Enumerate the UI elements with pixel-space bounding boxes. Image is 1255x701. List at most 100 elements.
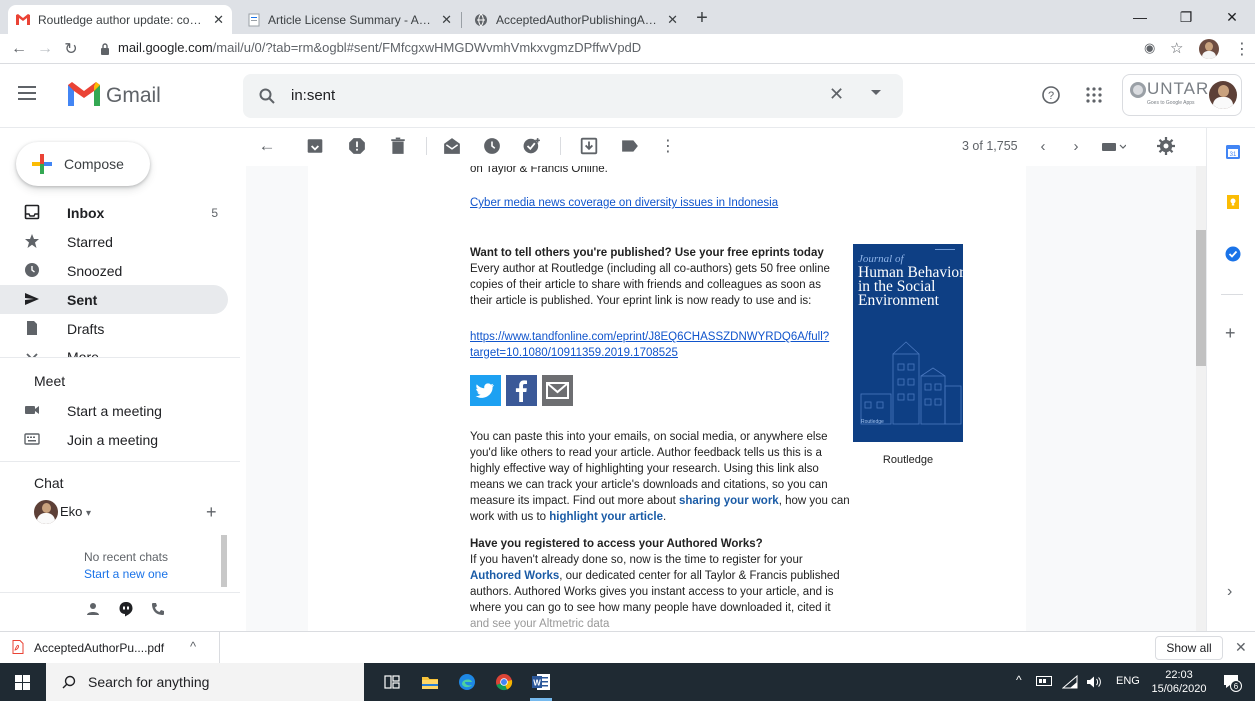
tab-divider xyxy=(461,12,462,28)
forward-arrow-icon[interactable]: → xyxy=(34,38,56,60)
email-viewport[interactable]: on Taylor & Francis Online. Cyber media … xyxy=(246,166,1196,631)
network-icon[interactable] xyxy=(1036,676,1052,688)
wifi-icon[interactable] xyxy=(1062,675,1078,689)
volume-icon[interactable] xyxy=(1086,675,1102,689)
archive-icon[interactable] xyxy=(306,137,324,155)
start-meeting-item[interactable]: Start a meeting xyxy=(0,396,228,425)
input-language[interactable]: ENG xyxy=(1116,675,1140,687)
search-options-icon[interactable] xyxy=(871,90,881,95)
close-downloads-icon[interactable]: ✕ xyxy=(1235,639,1247,656)
get-addons-icon[interactable]: + xyxy=(1225,323,1236,344)
gmail-logo[interactable] xyxy=(68,82,100,106)
chevron-up-icon[interactable]: ^ xyxy=(190,639,196,654)
browser-tab-license[interactable]: Article License Summary - Autho ✕ xyxy=(240,5,460,34)
text-line: If you haven't already done so, now is t… xyxy=(470,554,803,566)
join-meeting-item[interactable]: Join a meeting xyxy=(0,425,228,454)
add-to-tasks-icon[interactable] xyxy=(523,137,541,155)
lock-icon[interactable] xyxy=(100,43,110,55)
word-app-icon[interactable]: W xyxy=(531,673,551,691)
star-bookmark-icon[interactable]: ☆ xyxy=(1170,39,1183,57)
file-explorer-icon[interactable] xyxy=(421,674,439,690)
notification-center[interactable]: 6 xyxy=(1222,672,1242,692)
chat-user-avatar[interactable] xyxy=(34,500,58,524)
person-icon[interactable] xyxy=(86,602,100,616)
restore-button[interactable]: ❐ xyxy=(1163,0,1209,34)
back-arrow-icon[interactable]: ← xyxy=(8,38,30,60)
show-all-downloads-button[interactable]: Show all xyxy=(1155,636,1223,660)
task-view-icon[interactable] xyxy=(384,674,400,690)
more-vert-icon[interactable]: ⋮ xyxy=(1234,39,1250,59)
search-input[interactable]: in:sent xyxy=(291,87,335,104)
profile-avatar[interactable] xyxy=(1199,39,1219,59)
eye-icon[interactable]: ◉ xyxy=(1144,40,1155,56)
older-chevron-icon[interactable]: › xyxy=(1067,137,1085,155)
nav-item-drafts[interactable]: Drafts xyxy=(0,314,228,343)
nav-item-sent[interactable]: Sent xyxy=(0,285,228,314)
taskbar-clock[interactable]: 22:03 15/06/2020 xyxy=(1148,668,1210,696)
close-icon[interactable]: ✕ xyxy=(213,12,224,28)
text-segment: . xyxy=(662,511,667,523)
download-item[interactable]: AcceptedAuthorPu....pdf ^ xyxy=(0,632,220,664)
nav-item-snoozed[interactable]: Snoozed xyxy=(0,256,228,285)
start-new-chat-link[interactable]: Start a new one xyxy=(60,567,192,581)
add-chat-icon[interactable]: + xyxy=(206,502,217,523)
eprint-link[interactable]: https://www.tandfonline.com/eprint/J8EQ6… xyxy=(470,329,850,345)
chevron-down-icon: ▾ xyxy=(86,508,92,519)
search-bar[interactable]: in:sent ✕ xyxy=(243,74,903,118)
email-share-button[interactable] xyxy=(542,375,573,406)
twitter-share-button[interactable] xyxy=(470,375,501,406)
newer-chevron-icon[interactable]: ‹ xyxy=(1034,137,1052,155)
trash-icon[interactable] xyxy=(389,137,407,155)
report-spam-icon[interactable] xyxy=(348,137,366,155)
phone-icon[interactable] xyxy=(151,602,165,616)
tasks-icon[interactable] xyxy=(1225,246,1241,262)
more-actions-icon[interactable]: ⋮ xyxy=(659,137,677,155)
authored-works-link[interactable]: Authored Works xyxy=(470,570,559,582)
clear-search-icon[interactable]: ✕ xyxy=(829,84,844,105)
snooze-clock-icon[interactable] xyxy=(483,137,501,155)
url-field[interactable]: mail.google.com/mail/u/0/?tab=rm&ogbl#se… xyxy=(118,40,641,55)
chrome-browser-icon[interactable] xyxy=(495,673,513,691)
nav-item-inbox[interactable]: Inbox 5 xyxy=(0,198,228,227)
keep-icon[interactable] xyxy=(1225,194,1241,210)
nav-item-more[interactable]: More xyxy=(0,343,228,357)
browser-tab-gmail[interactable]: Routledge author update: congra ✕ xyxy=(8,5,232,34)
close-icon[interactable]: ✕ xyxy=(667,12,678,28)
nav-item-starred[interactable]: Starred xyxy=(0,227,228,256)
edge-browser-icon[interactable] xyxy=(458,673,476,691)
reload-icon[interactable]: ↻ xyxy=(60,38,82,60)
email-scrollbar[interactable] xyxy=(1196,166,1206,631)
eprints-paragraph: Every author at Routledge (including all… xyxy=(470,261,850,309)
input-tools-button[interactable] xyxy=(1102,143,1126,151)
mark-unread-icon[interactable] xyxy=(443,137,461,155)
browser-tab-agreement[interactable]: AcceptedAuthorPublishingAgree ✕ xyxy=(466,5,686,34)
compose-button[interactable]: Compose xyxy=(16,142,150,186)
calendar-icon[interactable]: 31 xyxy=(1225,144,1241,160)
chat-user-name[interactable]: Eko ▾ xyxy=(60,504,91,519)
move-to-icon[interactable] xyxy=(580,137,598,155)
sharing-your-work-link[interactable]: sharing your work xyxy=(679,495,779,507)
scrollbar-thumb[interactable] xyxy=(1196,230,1206,366)
hangouts-icon[interactable] xyxy=(118,601,134,617)
label-icon[interactable] xyxy=(621,137,639,155)
highlight-article-link[interactable]: highlight your article xyxy=(549,511,663,523)
eprint-link-continued[interactable]: target=10.1080/10911359.2019.1708525 xyxy=(470,345,850,361)
minimize-button[interactable]: — xyxy=(1117,0,1163,34)
show-side-panel-chevron-icon[interactable]: › xyxy=(1227,583,1232,601)
settings-gear-icon[interactable] xyxy=(1157,137,1175,155)
new-tab-button[interactable]: + xyxy=(690,6,714,30)
windows-start-icon[interactable] xyxy=(15,675,30,690)
taskbar-search-box[interactable]: Search for anything xyxy=(46,663,364,701)
close-icon[interactable]: ✕ xyxy=(441,12,452,28)
search-icon[interactable] xyxy=(259,88,275,104)
apps-grid-icon[interactable] xyxy=(1086,87,1102,103)
window-close-button[interactable]: ✕ xyxy=(1209,0,1255,34)
article-title-link[interactable]: Cyber media news coverage on diversity i… xyxy=(470,195,870,211)
facebook-share-button[interactable] xyxy=(506,375,537,406)
chat-scrollbar[interactable] xyxy=(221,535,227,587)
account-switcher[interactable]: UNTAR Goes to Google Apps xyxy=(1122,74,1242,116)
back-to-list-icon[interactable]: ← xyxy=(258,136,276,155)
help-icon[interactable]: ? xyxy=(1042,86,1060,104)
chevron-up-tray-icon[interactable]: ^ xyxy=(1016,673,1022,687)
main-menu-icon[interactable] xyxy=(18,86,36,100)
